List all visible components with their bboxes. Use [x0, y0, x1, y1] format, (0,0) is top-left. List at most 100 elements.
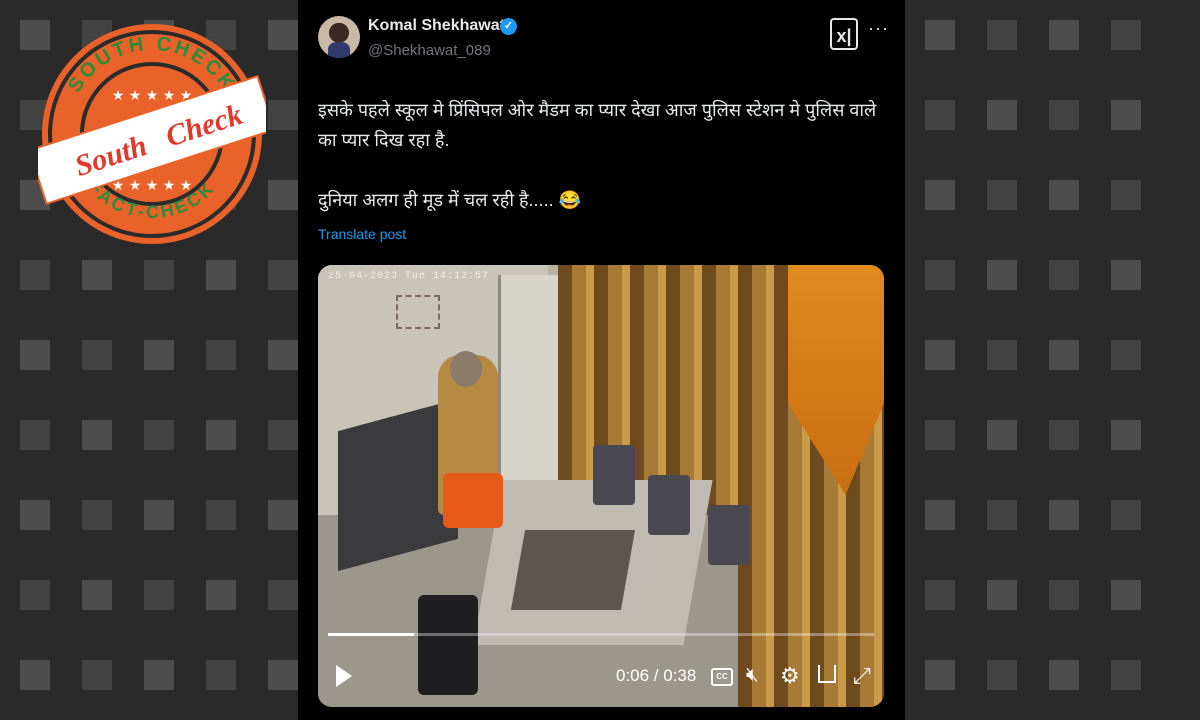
background-square — [925, 500, 955, 530]
background-square — [925, 260, 955, 290]
background-square — [1111, 100, 1141, 130]
background-square — [1111, 660, 1141, 690]
background-square — [987, 20, 1017, 50]
grok-icon[interactable]: x| — [830, 18, 858, 50]
background-square — [925, 340, 955, 370]
background-square — [925, 100, 955, 130]
fullscreen-icon[interactable]: ⤢ — [853, 663, 871, 689]
tweet-text-line-2: दुनिया अलग ही मूड में चल रही है..... 😂 — [318, 190, 581, 210]
settings-gear-icon[interactable]: ⚙ — [780, 663, 800, 689]
tweet-text: इसके पहले स्कूल मे प्रिंसिपल ओर मैडम का … — [318, 95, 888, 215]
video-time: 0:06 / 0:38 — [616, 666, 697, 685]
background-square — [987, 420, 1017, 450]
background-square — [206, 500, 236, 530]
translate-post-link[interactable]: Translate post — [318, 226, 406, 242]
background-square — [82, 500, 112, 530]
background-square — [987, 580, 1017, 610]
video-frame-chair — [708, 505, 750, 565]
cctv-timestamp: 25-04-2023 Tue 14:12:57 — [328, 271, 490, 282]
background-square — [1049, 260, 1079, 290]
background-square — [268, 660, 298, 690]
background-square — [82, 420, 112, 450]
background-square — [987, 500, 1017, 530]
background-square — [268, 180, 298, 210]
captions-icon[interactable]: CC — [711, 668, 733, 686]
background-square — [268, 100, 298, 130]
background-square — [1111, 260, 1141, 290]
south-check-stamp-logo: SOUTH CHECK FACT-CHECK ★ ★ ★ ★ ★ ★ ★ ★ ★… — [38, 24, 266, 244]
background-pattern-right — [905, 0, 1200, 720]
background-square — [987, 340, 1017, 370]
background-square — [925, 20, 955, 50]
background-square — [1111, 420, 1141, 450]
video-progress-bar[interactable] — [328, 633, 874, 636]
background-square — [82, 260, 112, 290]
background-square — [20, 420, 50, 450]
background-square — [1049, 660, 1079, 690]
video-frame-door — [498, 275, 561, 505]
background-square — [925, 660, 955, 690]
background-square — [268, 420, 298, 450]
background-square — [987, 260, 1017, 290]
author-handle[interactable]: @Shekhawat_089 — [368, 42, 491, 59]
background-square — [987, 660, 1017, 690]
background-square — [206, 660, 236, 690]
background-square — [206, 340, 236, 370]
background-square — [20, 660, 50, 690]
background-square — [1111, 180, 1141, 210]
background-square — [144, 340, 174, 370]
background-square — [268, 500, 298, 530]
background-square — [1049, 420, 1079, 450]
video-frame-chair — [648, 475, 690, 535]
video-player[interactable]: 25-04-2023 Tue 14:12:57 0:06 / 0:38 CC 🔇… — [318, 265, 884, 707]
background-square — [268, 580, 298, 610]
background-square — [20, 500, 50, 530]
background-square — [1111, 20, 1141, 50]
background-square — [1111, 340, 1141, 370]
video-frame-wall-decor — [396, 295, 440, 329]
background-square — [144, 260, 174, 290]
background-square — [1049, 100, 1079, 130]
video-frame-orange-cloth — [443, 473, 503, 528]
background-square — [268, 260, 298, 290]
video-frame-desk-mat — [510, 530, 636, 610]
background-square — [20, 340, 50, 370]
background-square — [1049, 500, 1079, 530]
background-square — [1049, 340, 1079, 370]
background-square — [82, 580, 112, 610]
background-square — [20, 580, 50, 610]
more-options-icon[interactable]: ··· — [868, 18, 889, 39]
background-square — [1049, 580, 1079, 610]
background-square — [1049, 180, 1079, 210]
background-square — [268, 340, 298, 370]
video-frame-chair — [593, 445, 635, 505]
video-frame-person-head — [450, 351, 482, 387]
play-icon[interactable] — [336, 665, 352, 687]
background-square — [987, 100, 1017, 130]
background-square — [144, 500, 174, 530]
background-square — [206, 580, 236, 610]
avatar[interactable] — [318, 16, 360, 58]
background-square — [144, 420, 174, 450]
background-square — [925, 420, 955, 450]
video-progress-fill — [328, 633, 415, 636]
background-square — [987, 180, 1017, 210]
background-square — [925, 580, 955, 610]
svg-text:★ ★ ★ ★ ★: ★ ★ ★ ★ ★ — [112, 178, 193, 194]
video-frame-office-chair — [418, 595, 478, 695]
author-name[interactable]: Komal Shekhawat — [368, 17, 505, 35]
background-square — [925, 180, 955, 210]
background-square — [1049, 20, 1079, 50]
background-square — [82, 340, 112, 370]
background-square — [1111, 500, 1141, 530]
tweet-text-line-1: इसके पहले स्कूल मे प्रिंसिपल ओर मैडम का … — [318, 100, 877, 150]
background-square — [206, 420, 236, 450]
background-square — [144, 660, 174, 690]
background-square — [82, 660, 112, 690]
mute-icon[interactable]: 🔇︎ — [746, 664, 759, 687]
background-square — [206, 260, 236, 290]
background-square — [268, 20, 298, 50]
picture-in-picture-icon[interactable] — [818, 665, 836, 683]
background-square — [1111, 580, 1141, 610]
background-square — [20, 260, 50, 290]
